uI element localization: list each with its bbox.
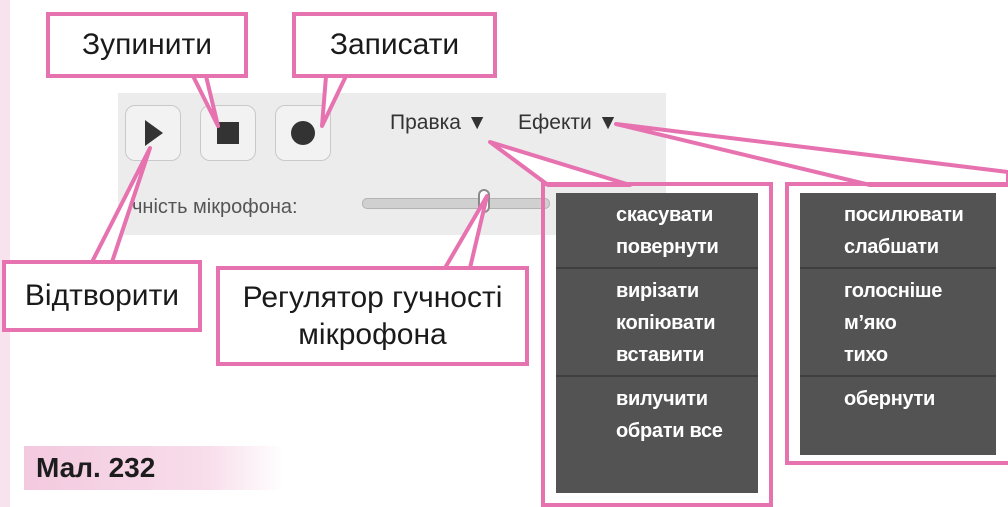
volume-callout-pointer (443, 194, 489, 270)
edit-menu-group: вирізати копіювати вставити (556, 269, 758, 377)
play-callout-text: Відтворити (24, 279, 180, 313)
menu-item-copy[interactable]: копіювати (556, 307, 758, 339)
effects-menu-group: посилювати слабшати (800, 193, 996, 269)
menu-item-louder[interactable]: голосніше (800, 275, 996, 307)
menu-item-louder-gradually[interactable]: посилювати (800, 199, 996, 231)
menu-item-delete[interactable]: вилучити (556, 383, 758, 415)
effects-menu-group: обернути (800, 377, 996, 419)
menu-item-quiet[interactable]: тихо (800, 339, 996, 371)
stop-callout-pointer (191, 74, 220, 128)
menu-item-paste[interactable]: вставити (556, 339, 758, 371)
edit-dropdown-menu: скасувати повернути вирізати копіювати в… (556, 193, 758, 493)
play-callout: Відтворити (2, 260, 202, 332)
stop-callout: Зупинити (46, 12, 248, 78)
menu-item-select-all[interactable]: обрати все (556, 415, 758, 447)
stop-callout-text: Зупинити (82, 28, 212, 62)
volume-callout: Регулятор гучності мікрофона (216, 266, 529, 366)
record-callout-text: Записати (329, 28, 460, 62)
edit-menu-pointer (488, 140, 632, 187)
figure-caption: Мал. 232 (24, 446, 284, 490)
edit-menu-group: скасувати повернути (556, 193, 758, 269)
menu-item-redo[interactable]: повернути (556, 231, 758, 263)
menu-item-softer-gradually[interactable]: слабшати (800, 231, 996, 263)
volume-callout-line2: мікрофона (298, 318, 447, 351)
effects-menu-group: голосніше м’яко тихо (800, 269, 996, 377)
menu-item-cut[interactable]: вирізати (556, 275, 758, 307)
volume-callout-line1: Регулятор гучності (242, 280, 503, 314)
play-callout-pointer (90, 146, 152, 264)
record-callout: Записати (292, 12, 497, 78)
record-callout-pointer (320, 74, 348, 128)
menu-item-soft[interactable]: м’яко (800, 307, 996, 339)
effects-menu-pointer (614, 122, 1008, 187)
menu-item-undo[interactable]: скасувати (556, 199, 758, 231)
edit-menu-group: вилучити обрати все (556, 377, 758, 451)
menu-item-reverse[interactable]: обернути (800, 383, 996, 415)
effects-dropdown-menu: посилювати слабшати голосніше м’яко тихо… (800, 193, 996, 455)
figure-caption-text: Мал. 232 (36, 452, 156, 483)
